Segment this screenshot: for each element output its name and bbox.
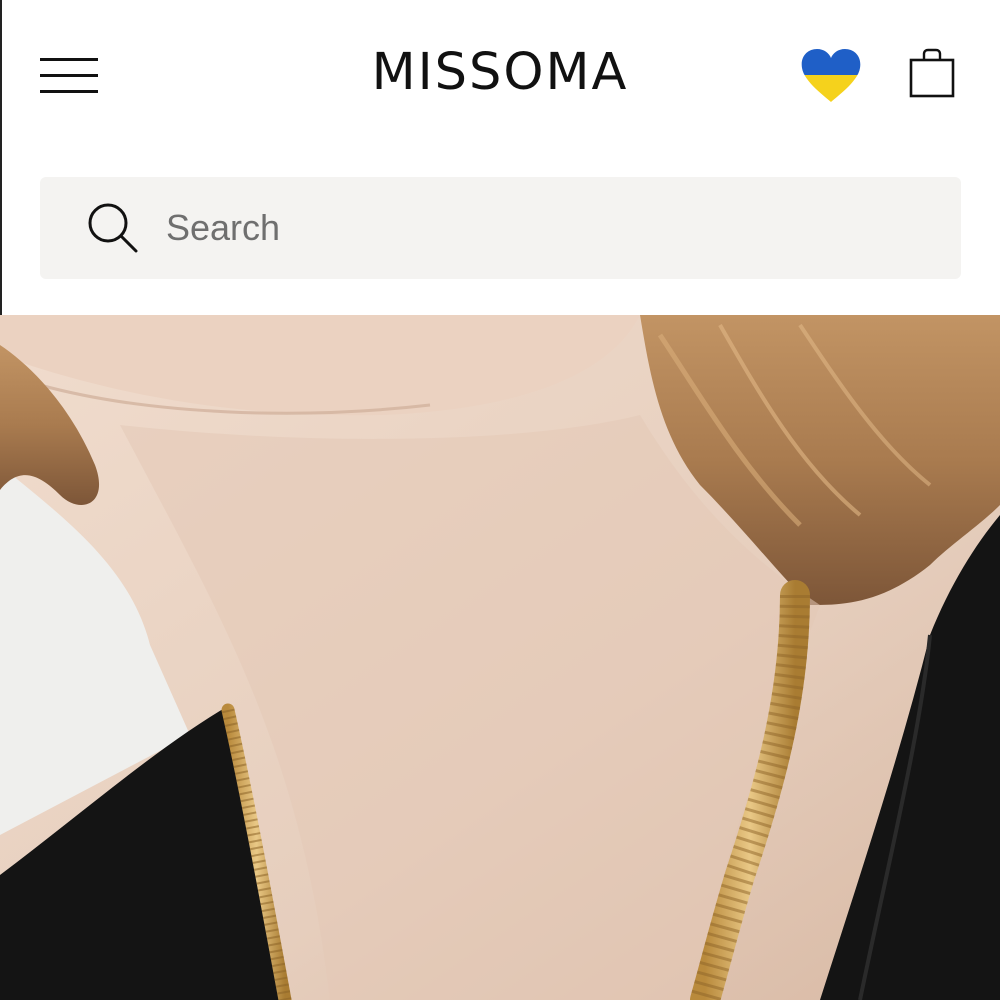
brand-logo[interactable]: MISSOMA [330, 38, 670, 108]
ukraine-heart-icon[interactable] [800, 48, 862, 104]
hamburger-menu-icon-line [40, 74, 98, 77]
site-header: MISSOMA [0, 0, 1000, 150]
hamburger-menu-icon-line [40, 90, 98, 93]
hero-photo-necklace [0, 315, 1000, 1000]
search-icon[interactable] [86, 201, 140, 255]
hamburger-menu-icon [40, 58, 98, 61]
menu-button[interactable] [38, 52, 100, 100]
hero-image [0, 315, 1000, 1000]
search-input[interactable] [166, 200, 926, 256]
shopping-bag-icon[interactable] [905, 48, 959, 102]
page: MISSOMA [0, 0, 1000, 1000]
